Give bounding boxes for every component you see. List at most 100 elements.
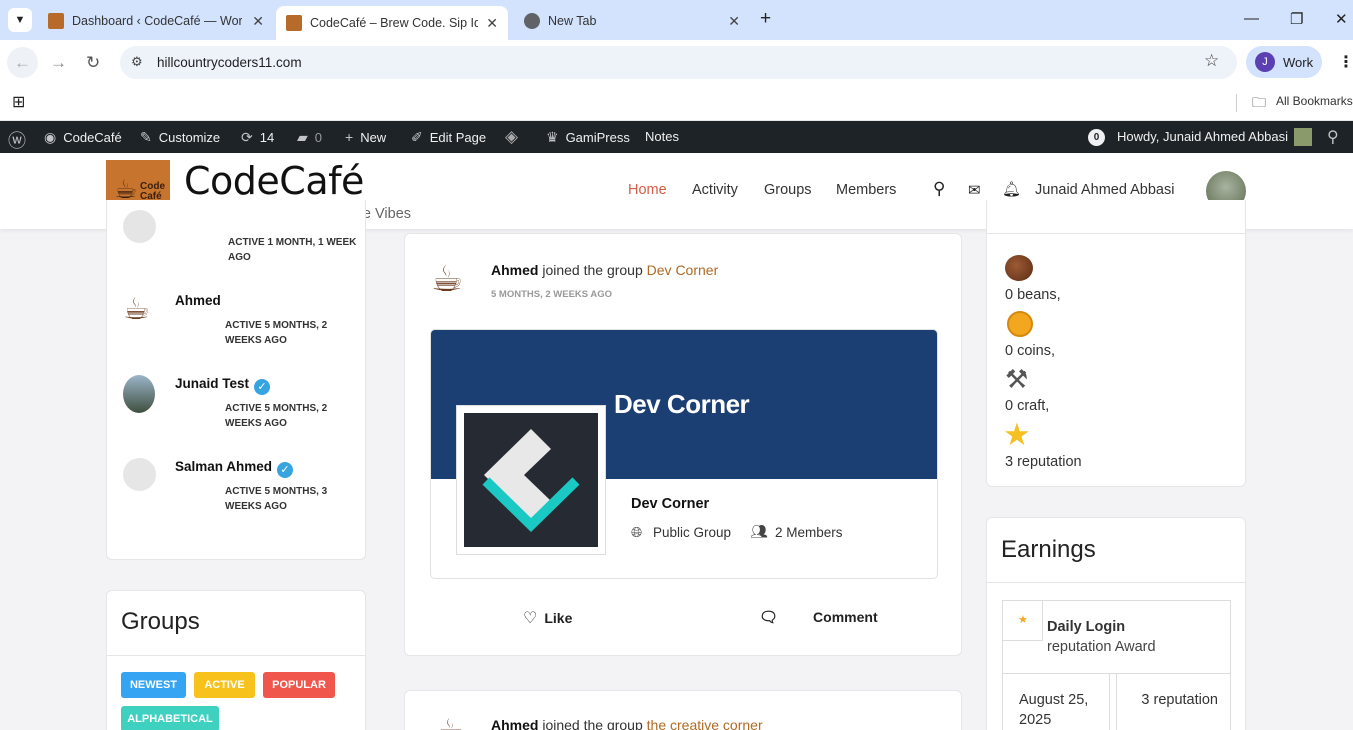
members-widget: ACTIVE 1 MONTH, 1 WEEK AGO ☕ Ahmed ACTIV… — [106, 200, 366, 560]
activity-user-link[interactable]: Ahmed — [491, 262, 538, 278]
activity-user-link[interactable]: Ahmed — [491, 717, 538, 730]
site-title[interactable]: CodeCafé — [184, 159, 364, 203]
admin-gamipress-link[interactable]: ♛ GamiPress — [546, 129, 630, 146]
nav-home[interactable]: Home — [628, 182, 667, 198]
activity-avatar-coffee-icon[interactable]: ☕ — [431, 258, 463, 300]
dashboard-icon: ◉ — [44, 129, 57, 145]
member-name[interactable]: Ahmed — [175, 293, 221, 308]
apps-grid-icon[interactable]: ⊞ — [12, 92, 25, 112]
award-subtitle: reputation Award — [1047, 639, 1156, 655]
points-beans: 0 beans, — [1005, 287, 1061, 303]
header-user-name[interactable]: Junaid Ahmed Abbasi — [1035, 182, 1174, 198]
profile-button[interactable]: J Work — [1246, 46, 1322, 78]
all-bookmarks-link[interactable]: All Bookmarks — [1276, 94, 1353, 108]
divider — [987, 233, 1245, 234]
folder-icon: 🗀 — [1252, 94, 1266, 110]
filter-newest[interactable]: NEWEST — [121, 672, 186, 698]
admin-edit-page-link[interactable]: ✐ Edit Page — [411, 129, 486, 146]
nav-members[interactable]: Members — [836, 182, 896, 198]
notification-count-badge[interactable]: 0 — [1088, 129, 1105, 146]
coin-icon — [1007, 311, 1033, 337]
close-window-icon[interactable]: ✕ — [1335, 10, 1348, 28]
bookmark-star-icon[interactable]: ☆ — [1204, 51, 1219, 71]
earning-date-cell: August 25, 2025 — [1002, 673, 1110, 730]
browser-toolbar: ← → ↻ ⚙ hillcountrycoders11.com ☆ J Work… — [0, 40, 1353, 86]
filter-popular[interactable]: POPULAR — [263, 672, 335, 698]
admin-comments-link[interactable]: ▰ 0 — [297, 129, 322, 146]
admin-new-link[interactable]: + New — [345, 129, 386, 145]
search-icon[interactable]: ⚲ — [933, 179, 945, 199]
filter-active[interactable]: ACTIVE — [194, 672, 255, 698]
wp-admin-bar: ⓦ ◉ CodeCafé ✎ Customize ⟳ 14 ▰ 0 + New … — [0, 121, 1353, 153]
heart-icon: ♡ — [523, 610, 538, 627]
minimize-icon[interactable]: — — [1244, 10, 1259, 27]
site-info-icon[interactable]: ⚙ — [131, 54, 143, 70]
browser-tab-codecafe[interactable]: CodeCafé – Brew Code. Sip Ideas ✕ — [276, 6, 508, 40]
new-tab-plus-icon[interactable]: + — [760, 8, 771, 30]
member-avatar-coffee-icon[interactable]: ☕ — [123, 292, 150, 327]
activity-time[interactable]: 5 MONTHS, 2 WEEKS AGO — [491, 289, 612, 300]
groups-widget: Groups NEWEST ACTIVE POPULAR ALPHABETICA… — [106, 590, 366, 730]
group-avatar[interactable] — [456, 405, 606, 555]
hammer-icon: ⚒ — [1005, 364, 1029, 394]
activity-group-link[interactable]: Dev Corner — [647, 262, 719, 278]
browser-tab-dashboard[interactable]: Dashboard ‹ CodeCafé — WordPress ✕ — [38, 6, 274, 36]
address-bar[interactable]: ⚙ hillcountrycoders11.com ☆ — [120, 46, 1237, 79]
url-text[interactable]: hillcountrycoders11.com — [157, 55, 302, 70]
globe-icon: 🌐︎ — [631, 524, 643, 540]
plugin-diamond-icon[interactable]: ◈ — [505, 127, 518, 147]
kebab-menu-icon[interactable]: ⋮ — [1338, 52, 1353, 72]
close-icon[interactable]: ✕ — [252, 13, 264, 30]
updates-icon: ⟳ — [241, 129, 253, 145]
close-icon[interactable]: ✕ — [728, 13, 740, 30]
admin-customize-link[interactable]: ✎ Customize — [140, 129, 220, 146]
activity-avatar-coffee-icon[interactable]: ☕ — [437, 713, 464, 730]
member-active-time: ACTIVE 5 MONTHS, 3 WEEKS AGO — [225, 486, 328, 512]
points-reputation: 3 reputation — [1005, 454, 1082, 470]
search-icon[interactable]: ⚲ — [1327, 127, 1339, 147]
reload-icon[interactable]: ↻ — [86, 53, 100, 73]
group-members-count: 2 Members — [775, 525, 843, 540]
member-avatar[interactable] — [123, 458, 156, 491]
close-icon[interactable]: ✕ — [486, 15, 498, 32]
tab-search-button[interactable]: ▼ — [8, 8, 32, 32]
admin-site-link[interactable]: ◉ CodeCafé — [44, 129, 122, 146]
earnings-widget: Earnings ★ Daily Login reputation Award … — [986, 517, 1246, 730]
bell-icon[interactable]: 🔔︎ — [1002, 180, 1021, 198]
earnings-title: Earnings — [1001, 536, 1096, 563]
nav-groups[interactable]: Groups — [764, 182, 812, 198]
logo-text: Code Café — [140, 181, 165, 202]
member-avatar[interactable] — [123, 210, 156, 243]
profile-avatar: J — [1255, 52, 1275, 72]
activity-group-link[interactable]: the creative corner — [647, 717, 763, 730]
member-name[interactable]: Salman Ahmed ✓ — [175, 459, 294, 478]
nav-activity[interactable]: Activity — [692, 182, 738, 198]
member-avatar[interactable] — [123, 375, 155, 413]
points-craft: 0 craft, — [1005, 398, 1050, 414]
admin-howdy-link[interactable]: Howdy, Junaid Ahmed Abbasi — [1117, 129, 1288, 144]
filter-alphabetical[interactable]: ALPHABETICAL — [121, 706, 219, 730]
points-coins: 0 coins, — [1005, 343, 1055, 359]
member-active-time: ACTIVE 5 MONTHS, 2 WEEKS AGO — [225, 403, 328, 429]
chevron-down-icon: ▼ — [14, 14, 26, 26]
comment-button[interactable]: 🗨︎ Comment — [759, 608, 878, 626]
admin-notes-link[interactable]: Notes — [645, 129, 679, 144]
envelope-icon[interactable]: ✉ — [968, 181, 981, 199]
group-name[interactable]: Dev Corner — [631, 496, 709, 512]
wordpress-logo-icon[interactable]: ⓦ — [8, 127, 26, 153]
admin-updates-link[interactable]: ⟳ 14 — [241, 129, 274, 146]
forward-arrow-icon[interactable]: → — [50, 53, 67, 73]
pencil-icon: ✐ — [411, 129, 423, 145]
crown-icon: ♛ — [546, 129, 559, 145]
profile-label: Work — [1283, 54, 1314, 70]
like-button[interactable]: ♡ Like — [523, 608, 572, 628]
bookmarks-bar: ⊞ 🗀 All Bookmarks — [0, 86, 1353, 121]
award-icon-cell: ★ — [1003, 601, 1043, 641]
member-name[interactable]: Junaid Test ✓ — [175, 376, 271, 395]
group-privacy: Public Group — [653, 525, 732, 540]
browser-tab-new[interactable]: New Tab ✕ — [514, 6, 750, 36]
group-card[interactable]: Dev Corner Dev Corner 🌐︎ Public Group 👥︎… — [430, 329, 938, 579]
restore-icon[interactable]: ❐ — [1290, 10, 1303, 28]
groups-widget-title: Groups — [121, 608, 200, 635]
comment-bubble-icon: ▰ — [297, 129, 308, 145]
